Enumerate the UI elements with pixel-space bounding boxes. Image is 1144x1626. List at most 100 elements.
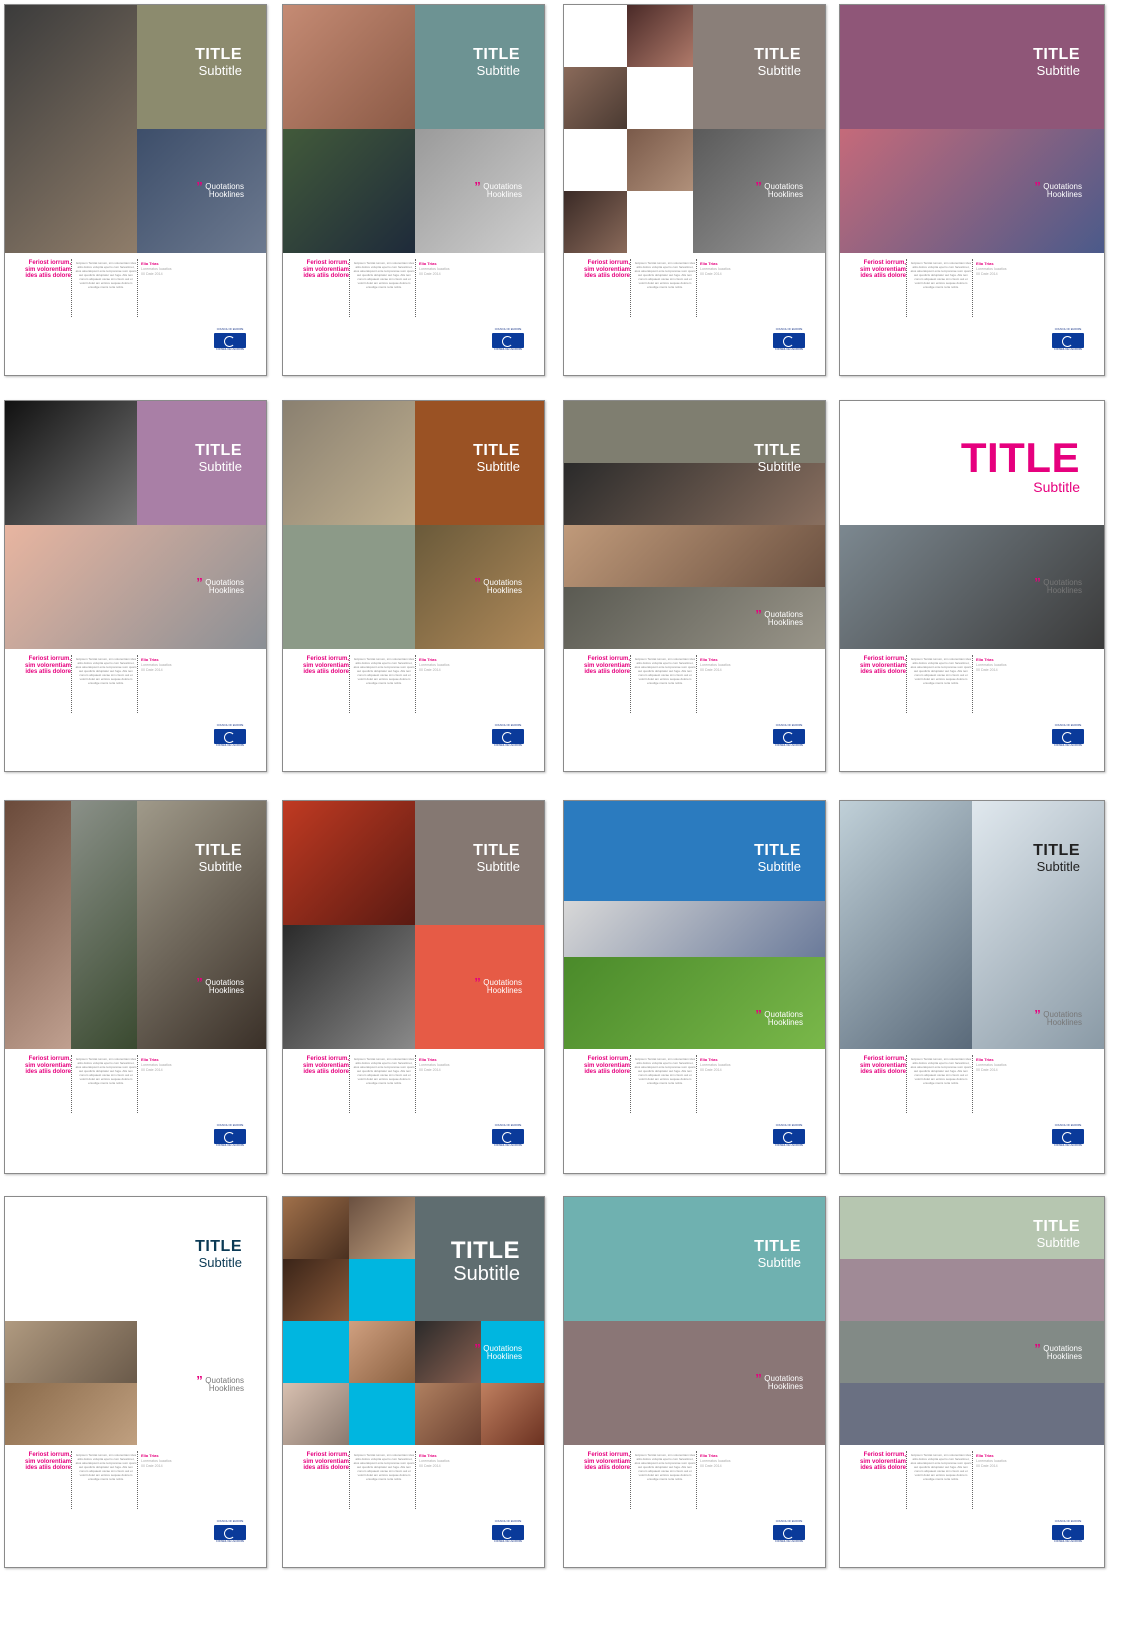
author-role: Lorematos Iuaatios [141,662,172,667]
cover-subtitle: Subtitle [757,63,801,78]
council-of-europe-emblem-icon [492,332,524,348]
cover-subtitle: Subtitle [198,1255,242,1270]
cover-card[interactable]: TITLE Subtitle ” Quotations Hooklines Feriost… [4,800,267,1174]
cover-title-block: TITLE Subtitle [195,46,242,78]
body-text: Iscipsum Tenitat iumum, sim volorentiam … [910,261,972,290]
divider [696,1451,697,1509]
council-of-europe-emblem-icon [214,728,246,744]
council-of-europe-emblem-icon [1052,1128,1084,1144]
footer-heading: Feriost iorrum, sim volorentiam ides atiis… [24,1056,71,1076]
council-of-europe-logo: COUNCIL OF EUROPE CONSEIL DE L'EUROPE [492,724,524,747]
cover-subtitle: Subtitle [1036,63,1080,78]
divider [906,1451,907,1509]
footer-heading: Feriost iorrum, sim volorentiam ides atiis… [583,1452,630,1472]
quote-mark-icon: ” [755,1371,762,1386]
cover-card[interactable]: TITLE Subtitle ” Quotations Hooklines Feriost… [282,1196,545,1568]
cover-title: TITLE [754,842,801,859]
body-text: Iscipsum Tenitat iumum, sim volorentiam … [353,1057,415,1086]
cover-card[interactable]: TITLE Subtitle ” Quotations Hooklines Feriost… [839,400,1105,772]
council-of-europe-logo: COUNCIL OF EUROPE CONSEIL DE L'EUROPE [773,1520,805,1543]
body-text: Iscipsum Tenitat iumum, sim volorentiam … [634,1453,696,1482]
hookline-text: Hooklines [1046,586,1082,596]
author-role: Lorematos Iuaatios [419,1458,450,1463]
divider [71,1055,72,1113]
cover-card[interactable]: TITLE Subtitle ” Quotations Hooklines Feriost… [563,400,826,772]
cover-image-tile [840,801,972,1049]
body-text: Iscipsum Tenitat iumum, sim volorentiam … [634,657,696,686]
cover-image-tile [564,957,825,1049]
quotation-block: ” Quotations Hooklines [196,180,244,200]
cover-card[interactable]: TITLE Subtitle ” Quotations Hooklines Feriost… [282,800,545,1174]
cover-title: TITLE [473,46,520,63]
divider [630,259,631,317]
author-date: 00 Date 2014 [419,271,441,276]
cover-card[interactable]: TITLE Subtitle ” Quotations Hooklines Feriost… [4,1196,267,1568]
cover-card[interactable]: TITLE Subtitle ” Quotations Hooklines Feriost… [563,800,826,1174]
author-role: Lorematos Iuaatios [976,1062,1007,1067]
quotation-block: ” Quotations Hooklines [755,608,803,628]
quotation-block: ” Quotations Hooklines [755,1008,803,1028]
cover-card[interactable]: TITLE Subtitle ” Quotations Hooklines Feriost… [839,1196,1105,1568]
cover-title: TITLE [960,434,1080,481]
council-of-europe-emblem-icon [1052,332,1084,348]
cover-image-tile [5,1321,137,1383]
hookline-text: Hooklines [486,190,522,200]
quotation-block: ” Quotations Hooklines [474,180,522,200]
author-block: Elia Trias Lorematos Iuaatios 00 Date 2014 [419,1057,450,1073]
cover-title-block: TITLE Subtitle [960,434,1080,495]
divider [972,1451,973,1509]
author-date: 00 Date 2014 [700,667,722,672]
cover-title: TITLE [195,1238,242,1255]
cover-image-tile [564,901,825,957]
cover-image-tile [283,1321,349,1383]
council-of-europe-logo: COUNCIL OF EUROPE CONSEIL DE L'EUROPE [1052,1520,1084,1543]
cover-card[interactable]: TITLE Subtitle ” Quotations Hooklines Feriost… [563,4,826,376]
council-of-europe-emblem-icon [214,1524,246,1540]
cover-subtitle: Subtitle [198,63,242,78]
quote-mark-icon: ” [1034,1007,1041,1022]
cover-card[interactable]: TITLE Subtitle ” Quotations Hooklines Feriost… [4,4,267,376]
quotation-block: ” Quotations Hooklines [1034,576,1082,596]
hookline-text: Hooklines [1046,1018,1082,1028]
cover-image-tile [840,1383,1104,1445]
cover-card[interactable]: TITLE Subtitle ” Quotations Hooklines Feriost… [839,4,1105,376]
author-role: Lorematos Iuaatios [419,266,450,271]
divider [349,1451,350,1509]
cover-title-block: TITLE Subtitle [1033,1219,1080,1250]
body-text: Iscipsum Tenitat iumum, sim volorentiam … [353,261,415,290]
council-of-europe-logo: COUNCIL OF EUROPE CONSEIL DE L'EUROPE [773,1124,805,1147]
council-of-europe-logo: COUNCIL OF EUROPE CONSEIL DE L'EUROPE [492,1520,524,1543]
cover-image-tile [415,1321,481,1383]
body-text: Iscipsum Tenitat iumum, sim volorentiam … [75,261,137,290]
author-block: Elia Trias Lorematos Iuaatios 00 Date 2014 [700,657,731,673]
cover-image-tile [840,1259,1104,1321]
cover-title-block: TITLE Subtitle [195,843,242,874]
cover-title-block: TITLE Subtitle [754,1239,801,1270]
body-text: Iscipsum Tenitat iumum, sim volorentiam … [910,1057,972,1086]
cover-subtitle: Subtitle [198,459,242,474]
cover-title: TITLE [195,46,242,63]
divider [906,259,907,317]
cover-card[interactable]: TITLE Subtitle ” Quotations Hooklines Feriost… [282,400,545,772]
divider [630,655,631,713]
cover-title: TITLE [473,442,520,459]
cover-card[interactable]: TITLE Subtitle ” Quotations Hooklines Feriost… [282,4,545,376]
council-of-europe-emblem-icon [1052,728,1084,744]
cover-card[interactable]: TITLE Subtitle ” Quotations Hooklines Feriost… [4,400,267,772]
hookline-text: Hooklines [486,986,522,996]
author-block: Elia Trias Lorematos Iuaatios 00 Date 2014 [141,1057,172,1073]
cover-card[interactable]: TITLE Subtitle ” Quotations Hooklines Feriost… [839,800,1105,1174]
author-role: Lorematos Iuaatios [976,266,1007,271]
council-of-europe-emblem-icon [773,1524,805,1540]
author-role: Lorematos Iuaatios [700,1062,731,1067]
cover-card[interactable]: TITLE Subtitle ” Quotations Hooklines Feriost… [563,1196,826,1568]
footer-heading: Feriost iorrum, sim volorentiam ides atiis… [302,656,349,676]
hookline-text: Hooklines [208,586,244,596]
divider [137,655,138,713]
cover-subtitle: Subtitle [476,63,520,78]
quotation-block: ” Quotations Hooklines [196,1374,244,1394]
author-block: Elia Trias Lorematos Iuaatios 00 Date 2014 [700,1453,731,1469]
council-of-europe-logo: COUNCIL OF EUROPE CONSEIL DE L'EUROPE [773,724,805,747]
cover-title: TITLE [754,442,801,459]
quote-mark-icon: ” [755,1007,762,1022]
